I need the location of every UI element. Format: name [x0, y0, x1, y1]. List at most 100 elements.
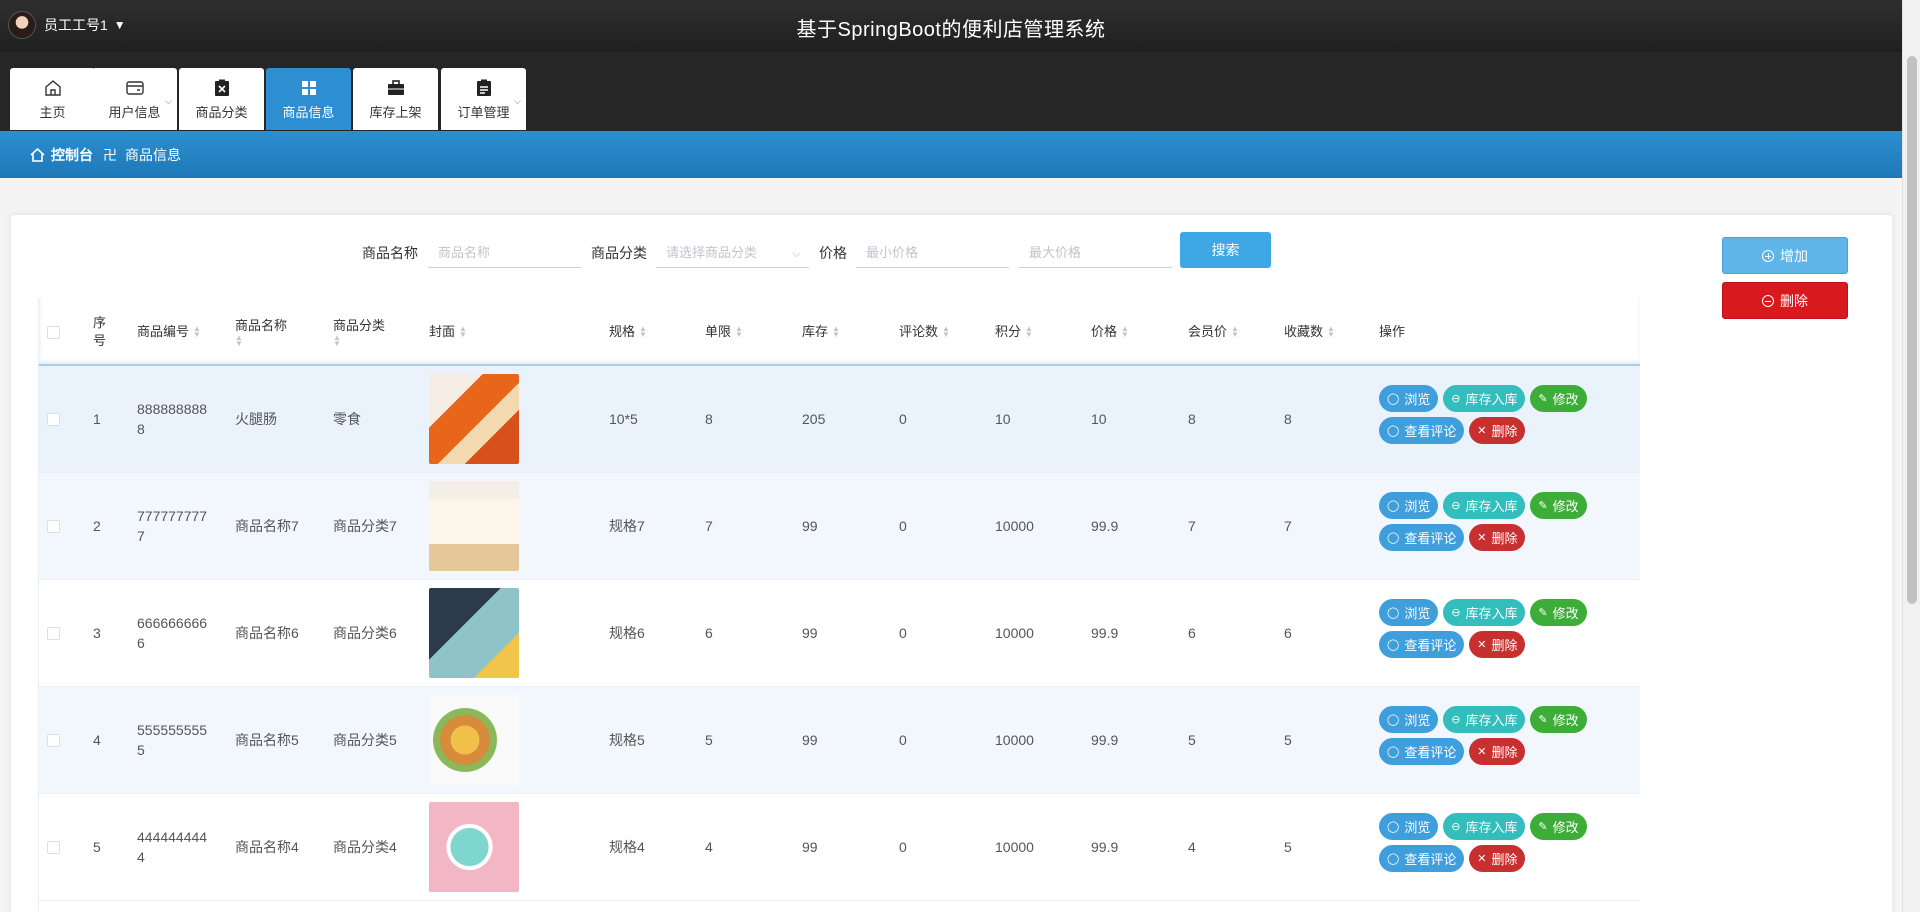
- cell-category: 商品分类4: [333, 839, 397, 855]
- table-row[interactable]: 5 444444444 4 商品名称4 商品分类4 规格4 4 99 0 10000 99.9 4 5 ◯…: [39, 794, 1640, 901]
- close-icon: ✕: [1477, 532, 1487, 544]
- nav-item-user-info[interactable]: 用户信息 ⌵: [92, 68, 177, 130]
- sort-icon: ▲ ▼: [193, 324, 201, 339]
- row-checkbox[interactable]: [47, 473, 60, 579]
- cell-code: 888888888 8: [137, 401, 208, 437]
- add-button[interactable]: 增加: [1722, 237, 1848, 274]
- product-cover-image: [429, 802, 519, 892]
- nav-item-product-info[interactable]: 商品信息: [266, 68, 351, 130]
- view-reviews-button[interactable]: ◯ 查看评论: [1379, 631, 1465, 658]
- select-all-checkbox[interactable]: [47, 298, 60, 366]
- edit-button[interactable]: ✎ 修改: [1530, 706, 1587, 733]
- col-points[interactable]: 积分 ▲ ▼: [995, 298, 1033, 366]
- stock-in-button[interactable]: ⊖ 库存入库: [1443, 706, 1526, 733]
- table-row[interactable]: 3 666666666 6 商品名称6 商品分类6 规格6 6 99 0 10000 99.9 6 6 ◯…: [39, 580, 1640, 687]
- table-row[interactable]: 4 555555555 5 商品名称5 商品分类5 规格5 5 99 0 10000 99.9 5 5 ◯…: [39, 687, 1640, 794]
- cell-code: 444444444 4: [137, 829, 208, 865]
- row-checkbox[interactable]: [47, 687, 60, 793]
- edit-button[interactable]: ✎ 修改: [1530, 813, 1587, 840]
- delete-button[interactable]: ✕ 删除: [1469, 631, 1526, 658]
- nav-label: 用户信息: [108, 104, 161, 120]
- product-name-label: 商品名称: [362, 245, 418, 261]
- cell-points: 10000: [995, 732, 1034, 748]
- breadcrumb-root[interactable]: 控制台: [51, 145, 93, 165]
- cell-actions: ◯ 浏览 ⊖ 库存入库 ✎ 修改 ◯ 查看评论 ✕ 删除: [1379, 492, 1619, 556]
- scrollbar-thumb[interactable]: [1907, 56, 1917, 604]
- col-cover[interactable]: 封面 ▲ ▼: [429, 298, 467, 366]
- search-icon: ◯: [1387, 393, 1400, 405]
- col-stock[interactable]: 库存 ▲ ▼: [802, 298, 840, 366]
- stock-in-button[interactable]: ⊖ 库存入库: [1443, 599, 1526, 626]
- cell-price: 99.9: [1091, 518, 1119, 534]
- category-select[interactable]: 请选择商品分类 ⌵: [656, 238, 809, 268]
- view-button[interactable]: ◯ 浏览: [1379, 813, 1439, 840]
- col-spec[interactable]: 规格 ▲ ▼: [609, 298, 647, 366]
- cell-spec: 10*5: [609, 411, 638, 427]
- col-comments[interactable]: 评论数 ▲ ▼: [899, 298, 950, 366]
- cell-favorites: 5: [1284, 732, 1292, 748]
- nav-item-stock[interactable]: 库存上架: [353, 68, 438, 130]
- minus-circle-icon: [1762, 294, 1774, 307]
- nav-item-category[interactable]: 商品分类: [179, 68, 264, 130]
- col-limit[interactable]: 单限 ▲ ▼: [705, 298, 743, 366]
- min-price-input[interactable]: [856, 238, 1009, 268]
- row-checkbox[interactable]: [47, 794, 60, 900]
- stock-in-button[interactable]: ⊖ 库存入库: [1443, 813, 1526, 840]
- cell-price: 99.9: [1091, 625, 1119, 641]
- sort-icon: ▲ ▼: [1121, 324, 1129, 339]
- table-row[interactable]: 2 777777777 7 商品名称7 商品分类7 规格7 7 99 0 10000 99.9 7 7 ◯…: [39, 473, 1640, 580]
- cell-code: 777777777 7: [137, 508, 208, 544]
- cell-category: 商品分类7: [333, 518, 397, 534]
- cell-code: 666666666 6: [137, 615, 208, 651]
- view-button[interactable]: ◯ 浏览: [1379, 599, 1439, 626]
- cell-category: 零食: [333, 411, 361, 427]
- batch-delete-button[interactable]: 删除: [1722, 282, 1848, 319]
- product-cover-image: [429, 695, 519, 785]
- cell-points: 10000: [995, 625, 1034, 641]
- view-button[interactable]: ◯ 浏览: [1379, 706, 1439, 733]
- row-checkbox[interactable]: [47, 366, 60, 472]
- pen-icon: ✎: [1538, 500, 1548, 512]
- edit-button[interactable]: ✎ 修改: [1530, 599, 1587, 626]
- col-favorites[interactable]: 收藏数 ▲ ▼: [1284, 298, 1335, 366]
- edit-button[interactable]: ✎ 修改: [1530, 385, 1587, 412]
- stock-in-button[interactable]: ⊖ 库存入库: [1443, 492, 1526, 519]
- nav-item-orders[interactable]: 订单管理 ⌵: [441, 68, 526, 130]
- delete-button[interactable]: ✕ 删除: [1469, 524, 1526, 551]
- row-checkbox[interactable]: [47, 580, 60, 686]
- col-category[interactable]: 商品分类 ▲ ▼: [333, 298, 413, 366]
- col-code[interactable]: 商品编号 ▲ ▼: [137, 298, 201, 366]
- col-price[interactable]: 价格 ▲ ▼: [1091, 298, 1129, 366]
- delete-button[interactable]: ✕ 删除: [1469, 845, 1526, 872]
- cell-cover: [429, 473, 519, 579]
- nav-item-home[interactable]: 主页: [10, 68, 95, 130]
- delete-button[interactable]: ✕ 删除: [1469, 738, 1526, 765]
- view-button[interactable]: ◯ 浏览: [1379, 385, 1439, 412]
- stock-in-button[interactable]: ⊖ 库存入库: [1443, 385, 1526, 412]
- max-price-input[interactable]: [1019, 238, 1172, 268]
- view-button[interactable]: ◯ 浏览: [1379, 492, 1439, 519]
- search-icon: ◯: [1387, 746, 1400, 758]
- search-icon: ◯: [1387, 714, 1400, 726]
- category-placeholder: 请选择商品分类: [666, 245, 758, 260]
- view-reviews-button[interactable]: ◯ 查看评论: [1379, 738, 1465, 765]
- cell-comments: 0: [899, 625, 907, 641]
- col-name[interactable]: 商品名称 ▲ ▼: [235, 298, 315, 366]
- cell-cover: [429, 794, 519, 900]
- cell-name: 商品名称4: [235, 839, 299, 855]
- page-scrollbar[interactable]: [1902, 0, 1920, 912]
- view-reviews-button[interactable]: ◯ 查看评论: [1379, 417, 1465, 444]
- view-reviews-button[interactable]: ◯ 查看评论: [1379, 845, 1465, 872]
- search-icon: ◯: [1387, 821, 1400, 833]
- cell-member-price: 6: [1188, 625, 1196, 641]
- search-button[interactable]: 搜索: [1180, 232, 1271, 268]
- table-row[interactable]: 1 888888888 8 火腿肠 零食 10*5 8 205 0 10 10 8 8 ◯ 浏览 ⊖ 库存入库…: [39, 366, 1640, 473]
- delete-button[interactable]: ✕ 删除: [1469, 417, 1526, 444]
- product-name-input[interactable]: [428, 238, 581, 268]
- edit-button[interactable]: ✎ 修改: [1530, 492, 1587, 519]
- col-member-price[interactable]: 会员价 ▲ ▼: [1188, 298, 1239, 366]
- view-reviews-button[interactable]: ◯ 查看评论: [1379, 524, 1465, 551]
- cell-name: 商品名称7: [235, 518, 299, 534]
- sort-icon: ▲ ▼: [639, 324, 647, 339]
- product-cover-image: [429, 588, 519, 678]
